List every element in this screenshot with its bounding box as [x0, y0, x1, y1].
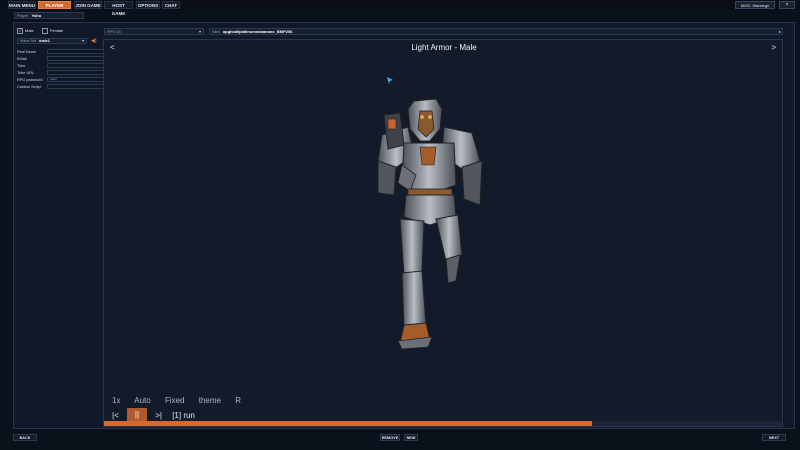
male-label: Male: [25, 28, 34, 34]
next-button[interactable]: NEXT: [762, 434, 786, 441]
chat-button[interactable]: CHAT: [162, 1, 180, 9]
email-input[interactable]: [47, 56, 111, 61]
voice-set-select[interactable]: Voice Set male1 ▾: [17, 38, 87, 44]
chevron-down-icon: ▾: [82, 39, 84, 43]
skin-select[interactable]: Skin apgfcalliplatinumnabanano_BMP256 ▸: [209, 28, 783, 35]
tribe-url-label: Tribe URL: [17, 71, 35, 75]
mod-selector[interactable]: MOD: Starsiege: [735, 1, 775, 9]
player-label: Player: [17, 13, 29, 18]
options-button[interactable]: OPTIONS: [136, 1, 160, 9]
tribe-label: Tribe: [17, 64, 26, 68]
player-info-panel: ✓ Male Female Voice Set male1 ▾ ◀) Real N…: [14, 24, 111, 429]
host-game-button[interactable]: HOST GAME: [104, 1, 133, 16]
rpg-select[interactable]: RPG (1) ▾: [104, 28, 204, 35]
real-name-input[interactable]: [47, 49, 111, 54]
email-label: EMail: [17, 57, 27, 61]
voice-set-label: Voice Set: [20, 39, 37, 43]
player-value: Yoho: [31, 13, 42, 18]
chevron-down-icon: ▾: [198, 29, 201, 34]
rpg-password-label: RPG password: [17, 78, 43, 82]
next-model-button[interactable]: >: [771, 43, 776, 52]
quit-button[interactable]: ×: [779, 1, 795, 9]
last-frame-button[interactable]: >|: [155, 411, 162, 420]
new-button[interactable]: NEW: [404, 434, 418, 441]
reset-option[interactable]: R: [235, 396, 241, 405]
join-game-button[interactable]: JOIN GAME: [74, 1, 102, 9]
fixed-option[interactable]: Fixed: [165, 396, 185, 405]
top-menu-bar: MAIN MENU PLAYER SETUP JOIN GAME HOST GA…: [0, 0, 800, 16]
tribe-url-input[interactable]: [47, 70, 111, 75]
voice-set-value: male1: [39, 39, 50, 43]
progress-fill: [104, 421, 593, 426]
remove-button[interactable]: REMOVE: [380, 434, 400, 441]
back-button[interactable]: BACK: [13, 434, 37, 441]
model-title: Light Armor - Male: [411, 43, 477, 52]
player-setup-button[interactable]: PLAYER SETUP: [38, 1, 71, 16]
animation-label: [1] run: [172, 410, 195, 420]
speaker-icon[interactable]: ◀): [91, 38, 99, 44]
male-checkbox[interactable]: ✓: [17, 28, 23, 34]
player-select[interactable]: Player Yoho: [14, 12, 84, 19]
pause-button[interactable]: ||: [126, 408, 147, 422]
skin-value: apgfcalliplatinumnabanano_BMP256: [222, 29, 293, 34]
prev-model-button[interactable]: <: [110, 43, 115, 52]
cursor-icon: [387, 77, 393, 84]
playback-controls: |< || >| [1] run: [112, 408, 195, 422]
real-name-label: Real Name: [17, 50, 36, 54]
speed-option[interactable]: 1x: [112, 396, 120, 405]
female-checkbox[interactable]: [41, 28, 48, 34]
armor-model-image: [377, 98, 483, 350]
gender-row: ✓ Male Female: [17, 28, 63, 34]
rpg-label: RPG (1): [107, 29, 122, 34]
rpg-password-input[interactable]: *****: [47, 77, 111, 82]
main-menu-button[interactable]: MAIN MENU: [8, 1, 36, 9]
model-viewer: Light Armor - Male < > 1x Auto Fixed the…: [103, 39, 783, 427]
custom-script-label: Custom Script: [17, 85, 41, 89]
tribe-input[interactable]: [47, 63, 111, 68]
animation-progress-bar[interactable]: [104, 421, 782, 426]
animation-options-row: 1x Auto Fixed theme R: [112, 396, 253, 405]
theme-option[interactable]: theme: [199, 396, 221, 405]
female-label: Female: [49, 28, 64, 34]
first-frame-button[interactable]: |<: [112, 411, 119, 420]
auto-option[interactable]: Auto: [134, 396, 150, 405]
custom-script-input[interactable]: [47, 84, 111, 89]
chevron-right-icon: ▸: [778, 29, 781, 34]
skin-label: Skin: [212, 29, 220, 34]
